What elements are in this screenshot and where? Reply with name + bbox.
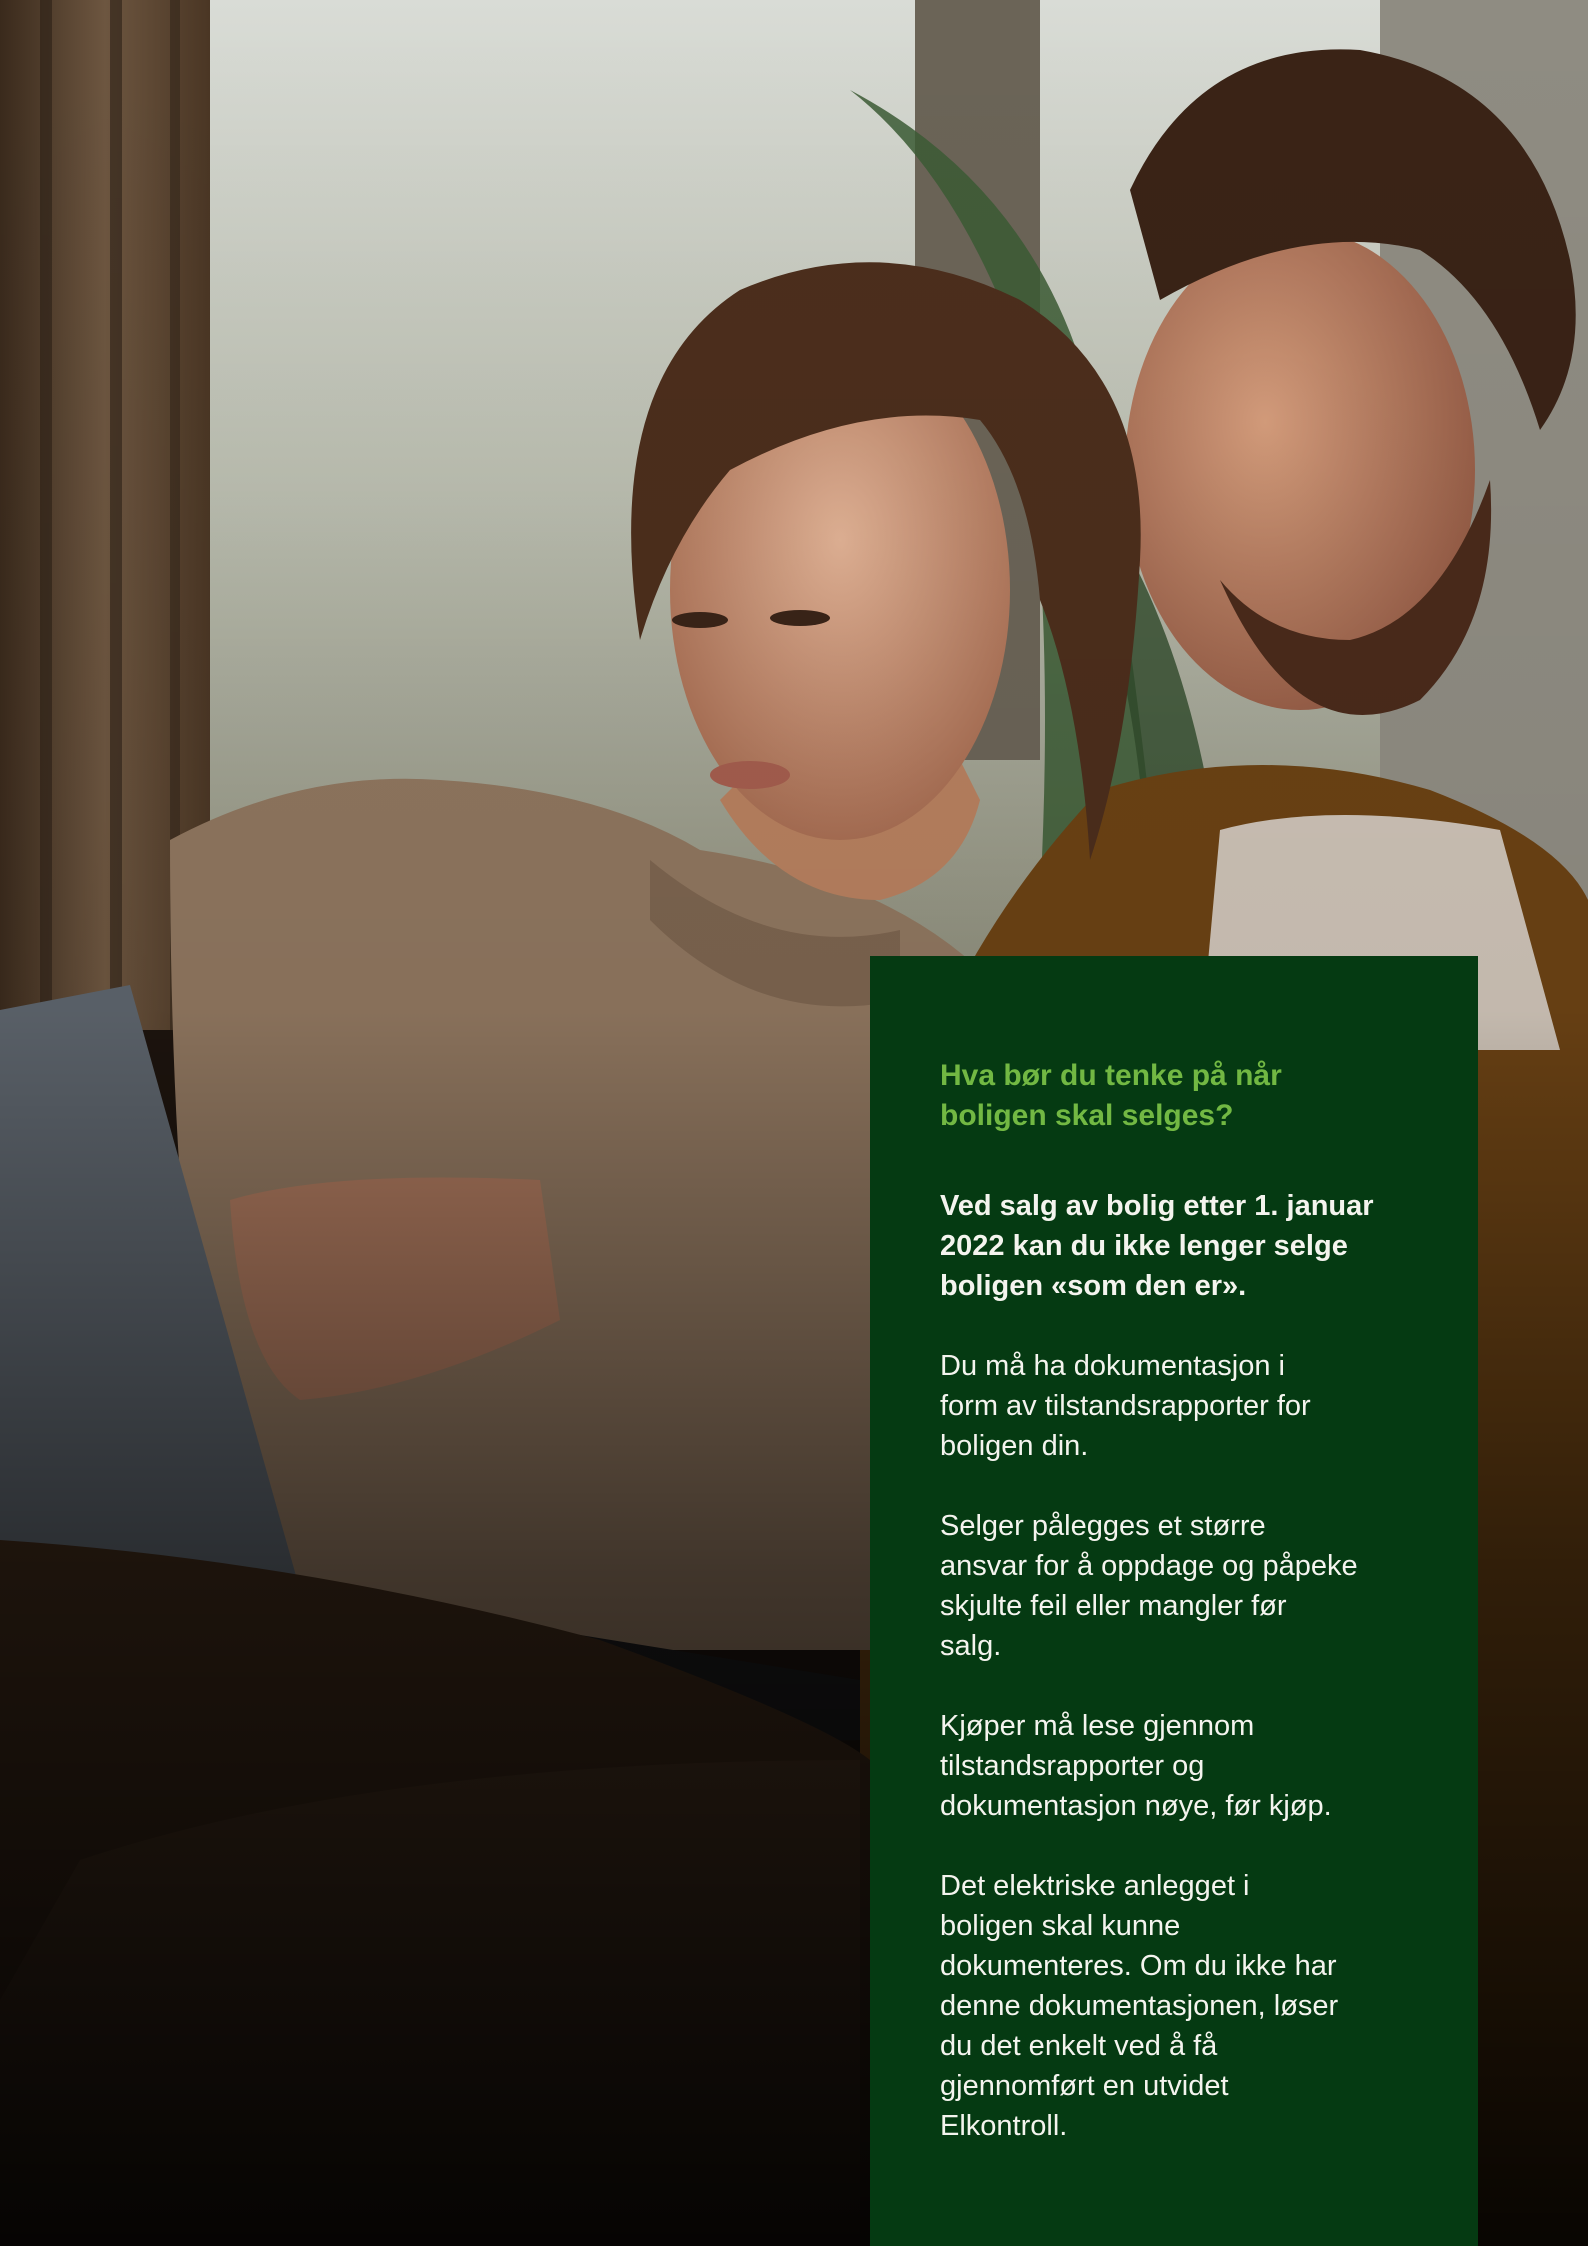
info-panel: Hva bør du tenke på når boligen skal sel… [870, 956, 1478, 2246]
panel-paragraph: Det elektriske anlegget i boligen skal k… [940, 1870, 1339, 2142]
panel-heading: Hva bør du tenke på når boligen skal sel… [940, 1059, 1282, 1132]
panel-paragraph-lead: Ved salg av bolig etter 1. januar 2022 k… [940, 1190, 1374, 1302]
panel-paragraph: Selger pålegges et større ansvar for å o… [940, 1510, 1358, 1662]
panel-paragraph: Du må ha dokumentasjon i form av tilstan… [940, 1350, 1311, 1462]
panel-paragraph: Kjøper må lese gjennom tilstandsrapporte… [940, 1710, 1332, 1822]
